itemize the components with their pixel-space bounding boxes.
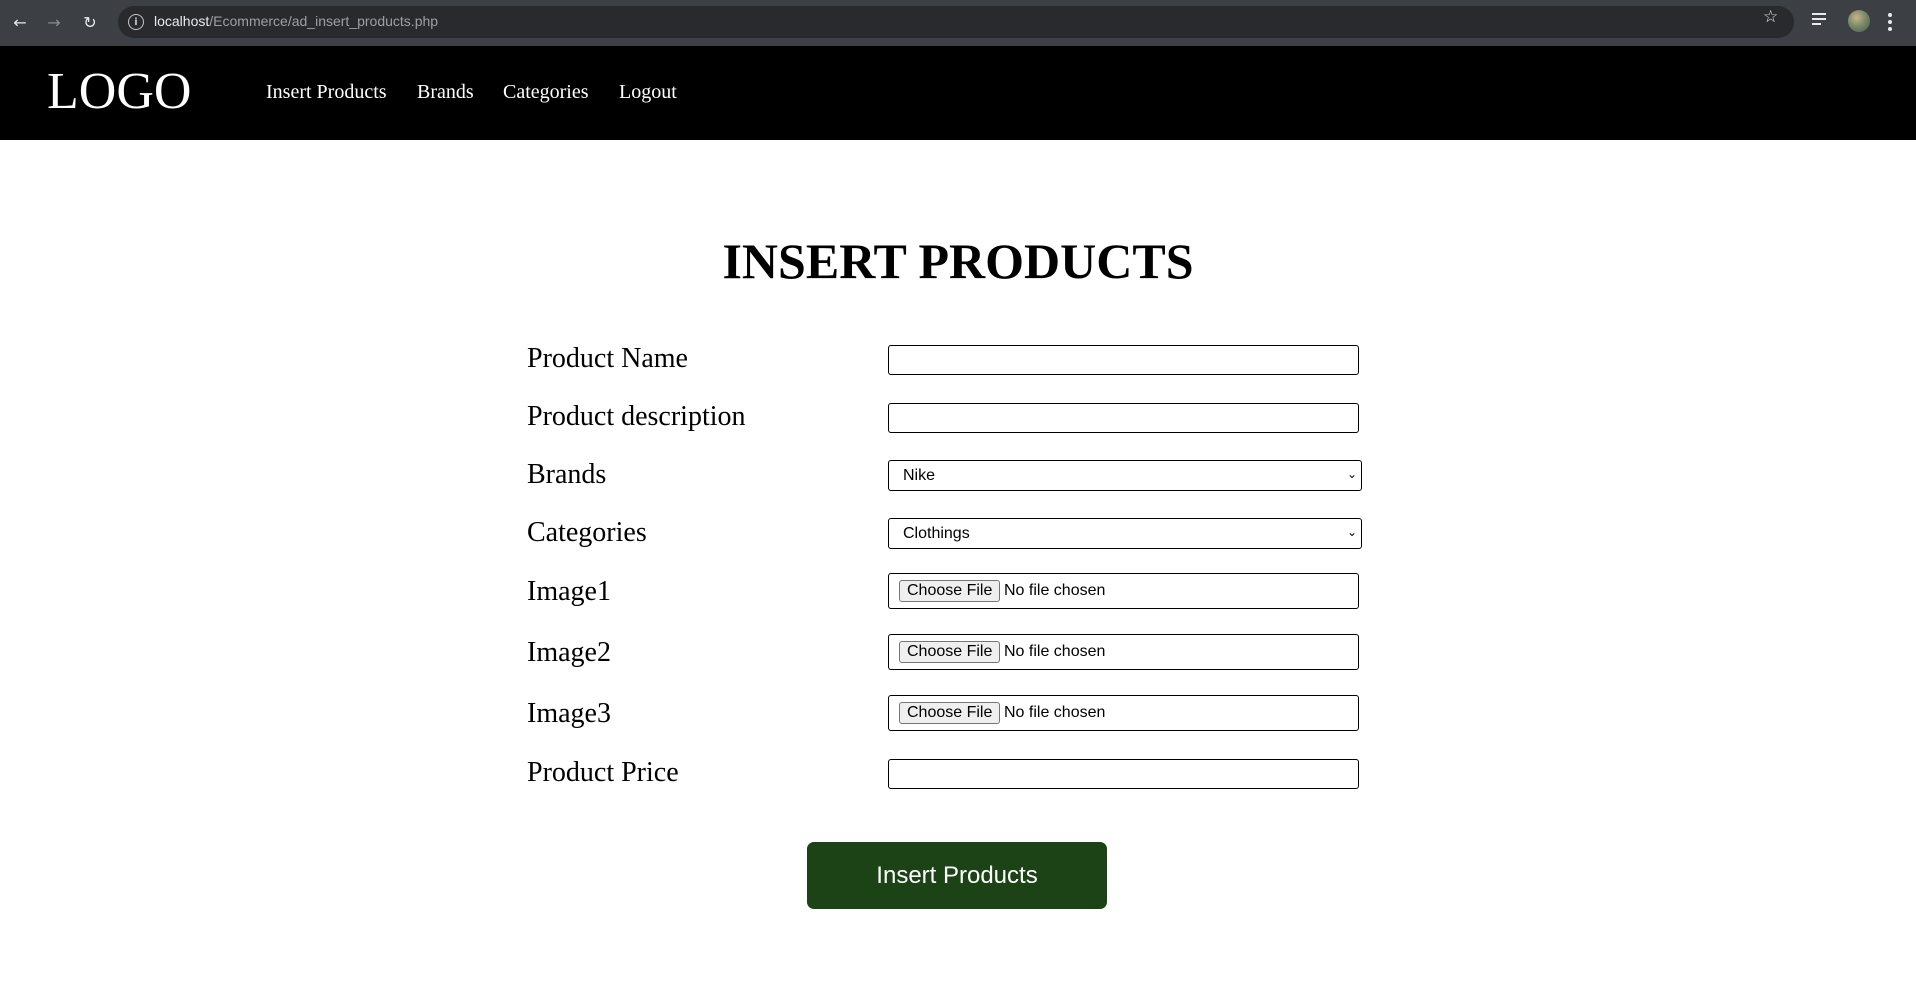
image1-file-input[interactable]: Choose File No file chosen <box>888 573 1359 609</box>
url-path: /Ecommerce/ad_insert_products.php <box>209 13 439 29</box>
media-controls-icon[interactable] <box>1812 13 1830 27</box>
chevron-down-icon: ⌄ <box>1346 525 1357 539</box>
image1-label: Image1 <box>527 576 611 607</box>
chevron-down-icon: ⌄ <box>1346 467 1357 481</box>
nav-logout[interactable]: Logout <box>619 82 677 102</box>
brands-label: Brands <box>527 459 607 490</box>
page-title: INSERT PRODUCTS <box>722 233 1194 289</box>
forward-arrow-icon[interactable]: → <box>42 10 66 34</box>
insert-products-submit-button[interactable]: Insert Products <box>807 842 1107 909</box>
reload-icon[interactable]: ↻ <box>78 10 102 34</box>
nav-brands[interactable]: Brands <box>417 82 474 102</box>
site-info-icon[interactable]: i <box>128 14 144 30</box>
categories-selected-value: Clothings <box>903 524 970 542</box>
image3-file-input[interactable]: Choose File No file chosen <box>888 695 1359 731</box>
site-logo[interactable]: LOGO <box>47 66 191 118</box>
image3-choose-file-button[interactable]: Choose File <box>899 702 1001 724</box>
kebab-menu-icon[interactable] <box>1888 13 1892 31</box>
url-host: localhost <box>154 13 210 29</box>
browser-toolbar: ← → ↻ i localhost/Ecommerce/ad_insert_pr… <box>0 0 1916 46</box>
image3-label: Image3 <box>527 698 611 729</box>
product-price-label: Product Price <box>527 757 679 788</box>
product-description-input[interactable] <box>888 403 1359 433</box>
url-text[interactable]: localhost/Ecommerce/ad_insert_products.p… <box>154 13 438 29</box>
back-arrow-icon[interactable]: ← <box>8 10 32 34</box>
product-name-input[interactable] <box>888 345 1359 375</box>
image2-label: Image2 <box>527 637 611 668</box>
image3-file-status: No file chosen <box>1004 704 1106 721</box>
product-name-label: Product Name <box>527 343 688 374</box>
image1-choose-file-button[interactable]: Choose File <box>899 580 1001 602</box>
categories-label: Categories <box>527 517 647 548</box>
nav-insert-products[interactable]: Insert Products <box>266 82 387 102</box>
brands-select[interactable]: Nike ⌄ <box>888 460 1362 491</box>
address-bar[interactable]: i localhost/Ecommerce/ad_insert_products… <box>118 6 1794 38</box>
brands-selected-value: Nike <box>903 466 936 484</box>
product-description-label: Product description <box>527 401 746 432</box>
product-price-input[interactable] <box>888 759 1359 789</box>
site-header: LOGO Insert Products Brands Categories L… <box>0 46 1916 140</box>
image2-file-status: No file chosen <box>1004 643 1106 660</box>
image2-choose-file-button[interactable]: Choose File <box>899 641 1001 663</box>
categories-select[interactable]: Clothings ⌄ <box>888 518 1362 549</box>
profile-avatar-icon[interactable] <box>1848 10 1870 32</box>
star-icon[interactable]: ☆ <box>1763 7 1778 27</box>
image2-file-input[interactable]: Choose File No file chosen <box>888 634 1359 670</box>
image1-file-status: No file chosen <box>1004 582 1106 599</box>
nav-categories[interactable]: Categories <box>503 82 589 102</box>
